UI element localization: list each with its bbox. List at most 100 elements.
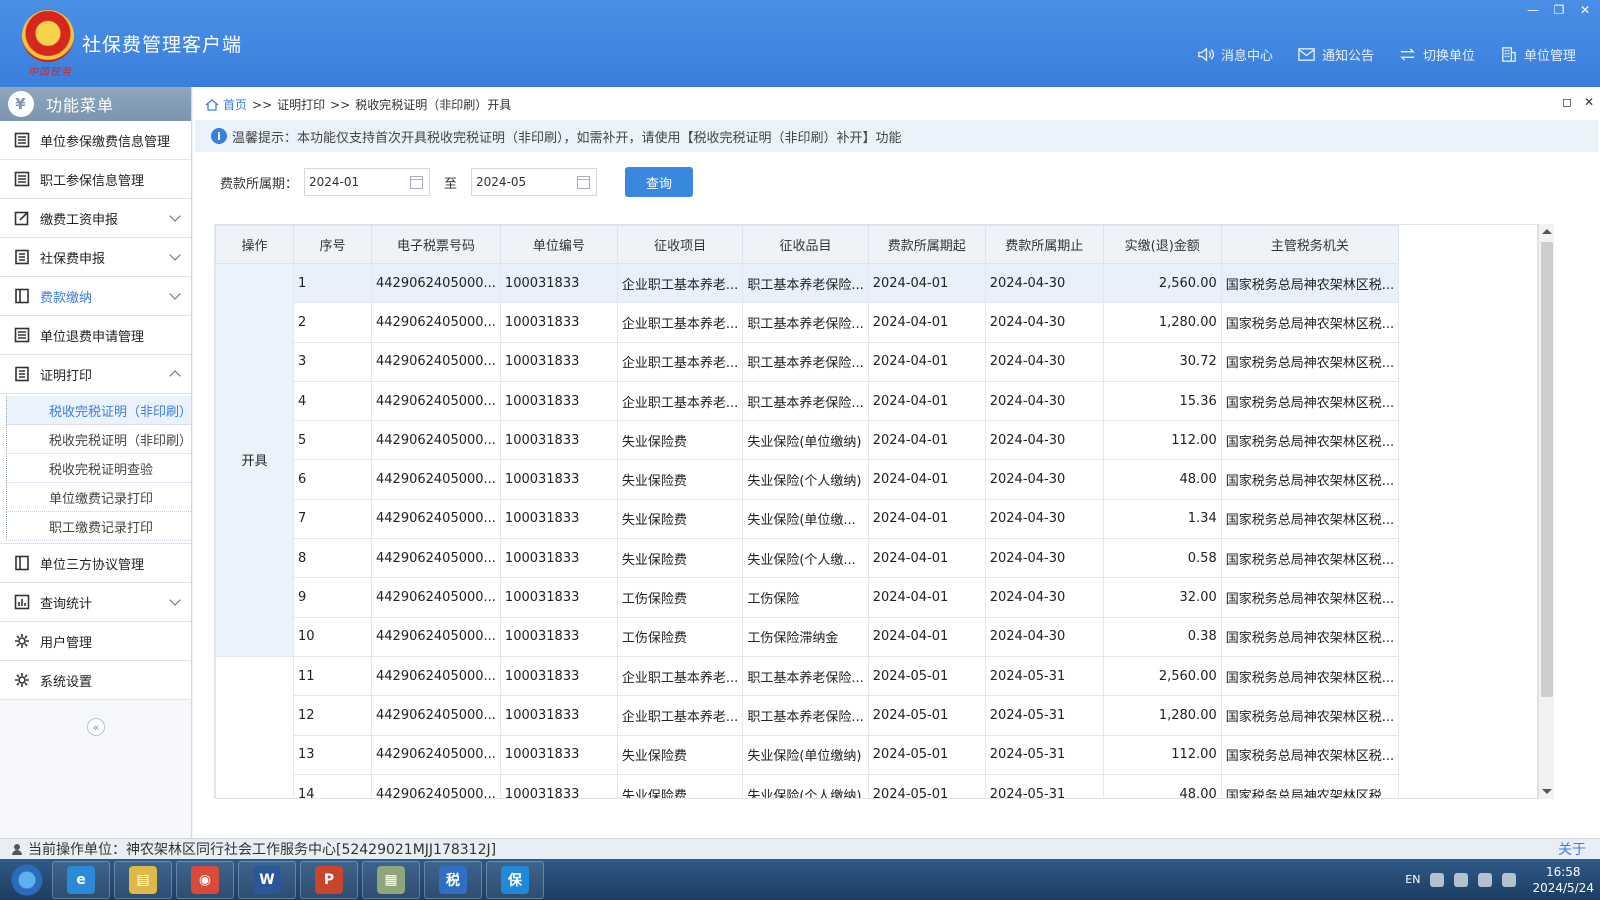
menu-query-statistics[interactable]: 查询统计 bbox=[0, 583, 191, 622]
start-button[interactable] bbox=[6, 861, 48, 898]
nav-message-center[interactable]: 消息中心 bbox=[1196, 45, 1273, 64]
column-header: 电子税票号码 bbox=[371, 225, 501, 264]
menu-social-fee-declaration[interactable]: 社保费申报 bbox=[0, 238, 191, 277]
taskbar-app[interactable]: e bbox=[52, 860, 110, 899]
table-cell: 失业保险(个人缴纳) bbox=[742, 773, 869, 798]
table-cell: 2024-04-01 bbox=[867, 498, 986, 540]
current-unit-text: 当前操作单位：神农架林区同行社会工作服务中心[52429021MJJ178312… bbox=[28, 842, 497, 858]
table-cell: 国家税务总局神农架林区税... bbox=[1220, 734, 1400, 775]
home-icon[interactable] bbox=[205, 98, 219, 112]
table-cell: 4429062405000... bbox=[371, 577, 501, 618]
taskbar-app[interactable]: P bbox=[300, 860, 358, 899]
table-cell: 国家税务总局神农架林区税... bbox=[1220, 498, 1400, 540]
query-button[interactable]: 查询 bbox=[625, 167, 694, 197]
menu-unit-insurance-info[interactable]: 单位参保缴费信息管理 bbox=[0, 121, 191, 160]
table-row[interactable]: 10 4429062405000... 100031833 工伤保险费 工伤保险滞纳金 2… bbox=[216, 616, 1400, 657]
table-row[interactable]: 6 4429062405000... 100031833 失业保险费 失业保险(个人缴纳… bbox=[216, 459, 1400, 500]
period-end-input[interactable]: 2024-05 bbox=[471, 168, 598, 196]
table-row[interactable]: 13 4429062405000... 100031833 失业保险费 失业保险(单位缴… bbox=[216, 734, 1400, 775]
menu-fee-payment[interactable]: 费款缴纳 bbox=[0, 277, 191, 316]
menu-user-management[interactable]: 用户管理 bbox=[0, 622, 191, 661]
tax-icon: 税 bbox=[439, 865, 467, 894]
table-row[interactable]: 3 4429062405000... 100031833 企业职工基本养老... 职工基… bbox=[216, 341, 1400, 382]
table-cell: 4429062405000... bbox=[371, 695, 501, 736]
submenu-employee-payment-record-print[interactable]: 职工缴费记录打印 bbox=[6, 512, 191, 541]
scroll-thumb[interactable] bbox=[1541, 242, 1553, 697]
calendar-icon[interactable] bbox=[577, 176, 591, 189]
menu-refund-application[interactable]: 单位退费申请管理 bbox=[0, 316, 191, 355]
table-row[interactable]: 9 4429062405000... 100031833 工伤保险费 工伤保险 2024-… bbox=[216, 577, 1400, 618]
table-cell: 10 bbox=[293, 616, 372, 657]
taskbar-apps: e ▤ ◉ W P ▦ 税 保 bbox=[48, 860, 544, 899]
issue-action-cell[interactable]: 开具 bbox=[215, 263, 294, 657]
menu-certificate-print[interactable]: 证明打印 bbox=[0, 355, 191, 394]
table-row[interactable]: 7 4429062405000... 100031833 失业保险费 失业保险(单位缴.… bbox=[216, 498, 1400, 540]
list-icon bbox=[14, 327, 30, 343]
breadcrumb-home[interactable]: 首页 bbox=[223, 96, 247, 113]
taskbar-app[interactable]: ▤ bbox=[114, 860, 172, 899]
submenu-tax-certificate-verify[interactable]: 税收完税证明查验 bbox=[6, 454, 191, 483]
flag-icon[interactable] bbox=[1478, 872, 1493, 887]
table-cell: 企业职工基本养老... bbox=[616, 302, 744, 343]
table-cell: 4429062405000... bbox=[371, 262, 501, 304]
submenu-certificate-print: 税收完税证明（非印刷） 税收完税证明（非印刷） 税收完税证明查验 单位缴费记录打… bbox=[0, 394, 191, 544]
gear-icon bbox=[14, 672, 30, 688]
scroll-up-arrow[interactable] bbox=[1542, 229, 1552, 234]
table-cell: 2024-05-01 bbox=[867, 655, 986, 697]
about-link[interactable]: 关于 bbox=[1558, 839, 1586, 859]
table-row[interactable]: 开具 1 4429062405000... 100031833 企业职工基本养老... 职… bbox=[215, 262, 1400, 657]
taskbar-app[interactable]: 税 bbox=[424, 860, 482, 899]
submenu-unit-payment-record-print[interactable]: 单位缴费记录打印 bbox=[6, 483, 191, 512]
table-cell: 国家税务总局神农架林区税... bbox=[1220, 538, 1400, 579]
table-row[interactable]: 14 4429062405000... 100031833 失业保险费 失业保险(个人缴… bbox=[216, 773, 1400, 798]
table-row[interactable]: 8 4429062405000... 100031833 失业保险费 失业保险(个人缴.… bbox=[216, 538, 1400, 579]
menu-label: 单位参保缴费信息管理 bbox=[40, 134, 171, 150]
volume-icon[interactable] bbox=[1502, 872, 1517, 887]
chevron-up-icon bbox=[169, 370, 181, 382]
table-cell: 国家税务总局神农架林区税... bbox=[1220, 655, 1400, 697]
help-icon[interactable] bbox=[1430, 872, 1445, 887]
table-row[interactable]: 12 4429062405000... 100031833 企业职工基本养老... 职工… bbox=[216, 695, 1400, 736]
nav-switch-unit[interactable]: 切换单位 bbox=[1398, 45, 1475, 64]
scroll-down-arrow[interactable] bbox=[1542, 789, 1552, 794]
menu-label: 职工参保信息管理 bbox=[40, 173, 145, 189]
panel-close-button[interactable]: ✕ bbox=[1584, 95, 1594, 109]
maximize-button[interactable]: ❐ bbox=[1552, 3, 1566, 17]
table-cell: 企业职工基本养老... bbox=[616, 655, 744, 697]
table-cell: 2024-05-31 bbox=[984, 655, 1104, 697]
menu-wage-declaration[interactable]: 缴费工资申报 bbox=[0, 199, 191, 238]
menu-system-settings[interactable]: 系统设置 bbox=[0, 661, 191, 700]
speaker-icon bbox=[1198, 47, 1214, 62]
chevron-down-icon bbox=[169, 210, 181, 222]
close-button[interactable]: ✕ bbox=[1578, 3, 1592, 17]
calendar-icon[interactable] bbox=[410, 176, 424, 189]
sidebar-collapse-button[interactable]: « bbox=[87, 718, 105, 736]
taskbar-app[interactable]: 保 bbox=[486, 860, 544, 899]
menu-label: 系统设置 bbox=[40, 674, 93, 690]
table-cell: 4429062405000... bbox=[371, 380, 501, 422]
menu-employee-insurance-info[interactable]: 职工参保信息管理 bbox=[0, 160, 191, 199]
nav-unit-management[interactable]: 单位管理 bbox=[1499, 45, 1576, 64]
table-row[interactable]: 11 4429062405000... 100031833 企业职工基本养老... 职工… bbox=[215, 655, 1400, 798]
network-icon[interactable] bbox=[1454, 872, 1469, 887]
table-row[interactable]: 4 4429062405000... 100031833 企业职工基本养老... 职工基… bbox=[216, 380, 1400, 422]
table-row[interactable]: 5 4429062405000... 100031833 失业保险费 失业保险(单位缴纳… bbox=[216, 420, 1400, 461]
submenu-tax-certificate-issue[interactable]: 税收完税证明（非印刷） bbox=[6, 396, 191, 425]
clock[interactable]: 16:58 2024/5/24 bbox=[1532, 864, 1594, 896]
period-start-input[interactable]: 2024-01 bbox=[304, 168, 431, 196]
table-cell: 职工基本养老保险... bbox=[742, 302, 869, 343]
table-cell: 2,560.00 bbox=[1102, 262, 1222, 304]
submenu-tax-certificate-reissue[interactable]: 税收完税证明（非印刷） bbox=[6, 425, 191, 454]
taskbar-app[interactable]: ▦ bbox=[362, 860, 420, 899]
panel-maximize-button[interactable]: ◻ bbox=[1562, 95, 1572, 109]
table-row[interactable]: 2 4429062405000... 100031833 企业职工基本养老... 职工基… bbox=[216, 302, 1400, 343]
taskbar-app[interactable]: W bbox=[238, 860, 296, 899]
minimize-button[interactable]: — bbox=[1526, 3, 1540, 17]
table-scrollbar[interactable] bbox=[1538, 224, 1554, 799]
language-indicator[interactable]: EN bbox=[1405, 873, 1420, 886]
menu-tripartite-agreement[interactable]: 单位三方协议管理 bbox=[0, 544, 191, 583]
nav-notices[interactable]: 通知公告 bbox=[1297, 45, 1374, 64]
table-cell: 4429062405000... bbox=[371, 341, 501, 382]
table-cell: 2,560.00 bbox=[1102, 655, 1222, 697]
taskbar-app[interactable]: ◉ bbox=[176, 860, 234, 899]
